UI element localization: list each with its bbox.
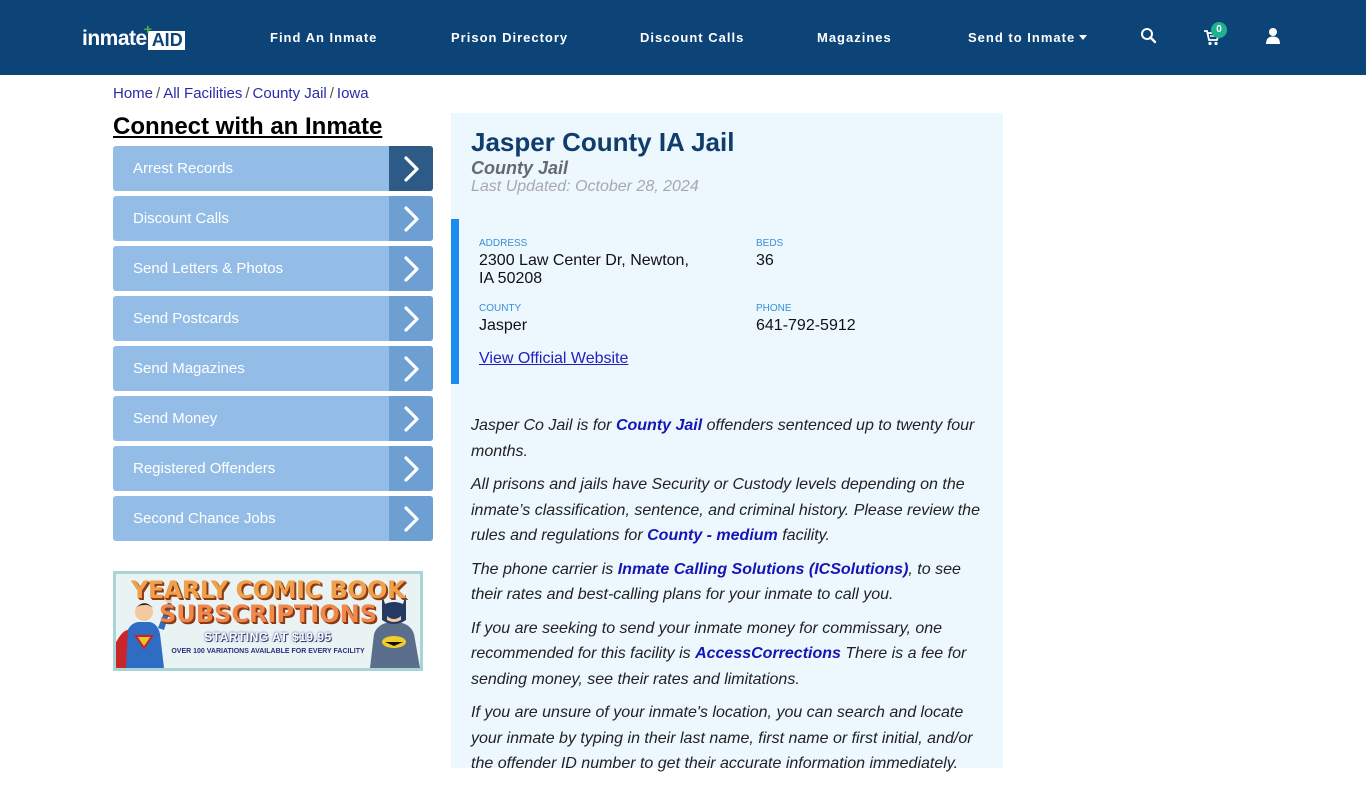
nav-magazines[interactable]: Magazines [817,30,892,45]
menu-item-label: Discount Calls [133,210,229,227]
description-paragraph: If you are unsure of your inmate's locat… [471,700,986,777]
logo-accent-text: AID [151,30,183,50]
chevron-right-icon [389,146,433,191]
user-icon[interactable] [1264,27,1282,45]
description-paragraph: The phone carrier is Inmate Calling Solu… [471,557,986,608]
menu-item-label: Arrest Records [133,160,234,177]
nav-discount-calls[interactable]: Discount Calls [640,30,744,45]
address-line1: 2300 Law Center Dr, Newton, [479,252,689,269]
logo-text: inmate [82,27,147,50]
connect-heading[interactable]: Connect with an Inmate [113,113,382,141]
money-provider-link[interactable]: AccessCorrections [695,645,841,662]
ad-subtext: OVER 100 VARIATIONS AVAILABLE FOR EVERY … [171,648,365,655]
breadcrumb-separator: / [156,85,161,102]
facility-info-box: ADDRESS 2300 Law Center Dr, Newton, IA 5… [451,219,1003,384]
menu-item-label: Send Letters & Photos [133,260,284,277]
chevron-right-icon [389,246,433,291]
menu-item-label: Send Money [133,410,218,427]
nav-send-to-inmate[interactable]: Send to Inmate [968,30,1088,45]
facility-card: Jasper County IA Jail County Jail Last U… [451,113,1003,772]
description-paragraph: All prisons and jails have Security or C… [471,472,986,549]
breadcrumb: Home / All Facilities / County Jail / Iowa [113,85,369,102]
top-navigation-bar: inmate + AID Find An Inmate Prison Direc… [0,0,1366,75]
chevron-right-icon [389,446,433,491]
paragraph-text: If you are unsure of your inmate's locat… [471,704,973,772]
menu-item-send-money[interactable]: Send Money [113,396,433,441]
ad-headline-line1: YEARLY COMIC BOOK [130,576,406,604]
connect-menu: Arrest Records Discount Calls Send Lette… [113,146,433,546]
chevron-right-icon [389,496,433,541]
breadcrumb-separator: / [329,85,334,102]
menu-item-second-chance-jobs[interactable]: Second Chance Jobs [113,496,433,541]
menu-item-label: Registered Offenders [133,460,276,477]
security-level-link[interactable]: County - medium [647,527,778,544]
breadcrumb-home[interactable]: Home [113,85,153,102]
breadcrumb-iowa[interactable]: Iowa [337,85,369,102]
menu-item-label: Send Postcards [133,310,239,327]
description-paragraph: Jasper Co Jail is for County Jail offend… [471,413,986,464]
menu-item-send-letters-photos[interactable]: Send Letters & Photos [113,246,433,291]
logo-accent: + AID [144,22,185,50]
nav-find-an-inmate[interactable]: Find An Inmate [270,30,377,45]
search-icon[interactable] [1140,27,1158,45]
plus-icon: + [143,21,152,37]
county-jail-link[interactable]: County Jail [616,417,702,434]
paragraph-text: facility. [777,527,830,544]
ad-headline-line2: SUBSCRIPTIONS [158,600,378,628]
menu-item-arrest-records[interactable]: Arrest Records [113,146,433,191]
chevron-right-icon [389,346,433,391]
view-official-website-link[interactable]: View Official Website [479,350,628,368]
phone-value: 641-792-5912 [756,317,856,334]
phone-carrier-link[interactable]: Inmate Calling Solutions (ICSolutions) [618,561,909,578]
county-value: Jasper [479,317,528,334]
beds-label: BEDS [756,238,784,249]
cart-count-badge: 0 [1211,22,1227,38]
paragraph-text: The phone carrier is [471,560,618,578]
menu-item-send-postcards[interactable]: Send Postcards [113,296,433,341]
facility-type: County Jail [471,158,569,178]
address-line2: IA 50208 [479,270,543,287]
paragraph-text: Jasper Co Jail is for [471,417,616,434]
facility-description: Jasper Co Jail is for County Jail offend… [471,413,986,785]
menu-item-send-magazines[interactable]: Send Magazines [113,346,433,391]
phone-label: PHONE [756,303,792,314]
beds-value: 36 [756,252,774,269]
nav-send-to-inmate-label: Send to Inmate [968,30,1076,45]
county-label: COUNTY [479,303,522,314]
chevron-right-icon [389,396,433,441]
menu-item-label: Send Magazines [133,360,245,377]
menu-item-discount-calls[interactable]: Discount Calls [113,196,433,241]
caret-down-icon [1079,34,1088,40]
address-label: ADDRESS [479,238,528,249]
facility-name: Jasper County IA Jail [471,127,735,157]
breadcrumb-county-jail[interactable]: County Jail [253,85,327,102]
ad-price: STARTING AT $19.95 [204,630,332,644]
nav-prison-directory[interactable]: Prison Directory [451,30,568,45]
menu-item-registered-offenders[interactable]: Registered Offenders [113,446,433,491]
last-updated: Last Updated: October 28, 2024 [471,178,699,195]
chevron-right-icon [389,196,433,241]
site-logo[interactable]: inmate + AID [82,22,185,50]
comic-subscription-ad[interactable]: YEARLY COMIC BOOK SUBSCRIPTIONS STARTING… [113,571,423,671]
breadcrumb-all-facilities[interactable]: All Facilities [163,85,242,102]
chevron-right-icon [389,296,433,341]
description-paragraph: If you are seeking to send your inmate m… [471,616,986,693]
menu-item-label: Second Chance Jobs [133,510,276,527]
breadcrumb-separator: / [245,85,250,102]
